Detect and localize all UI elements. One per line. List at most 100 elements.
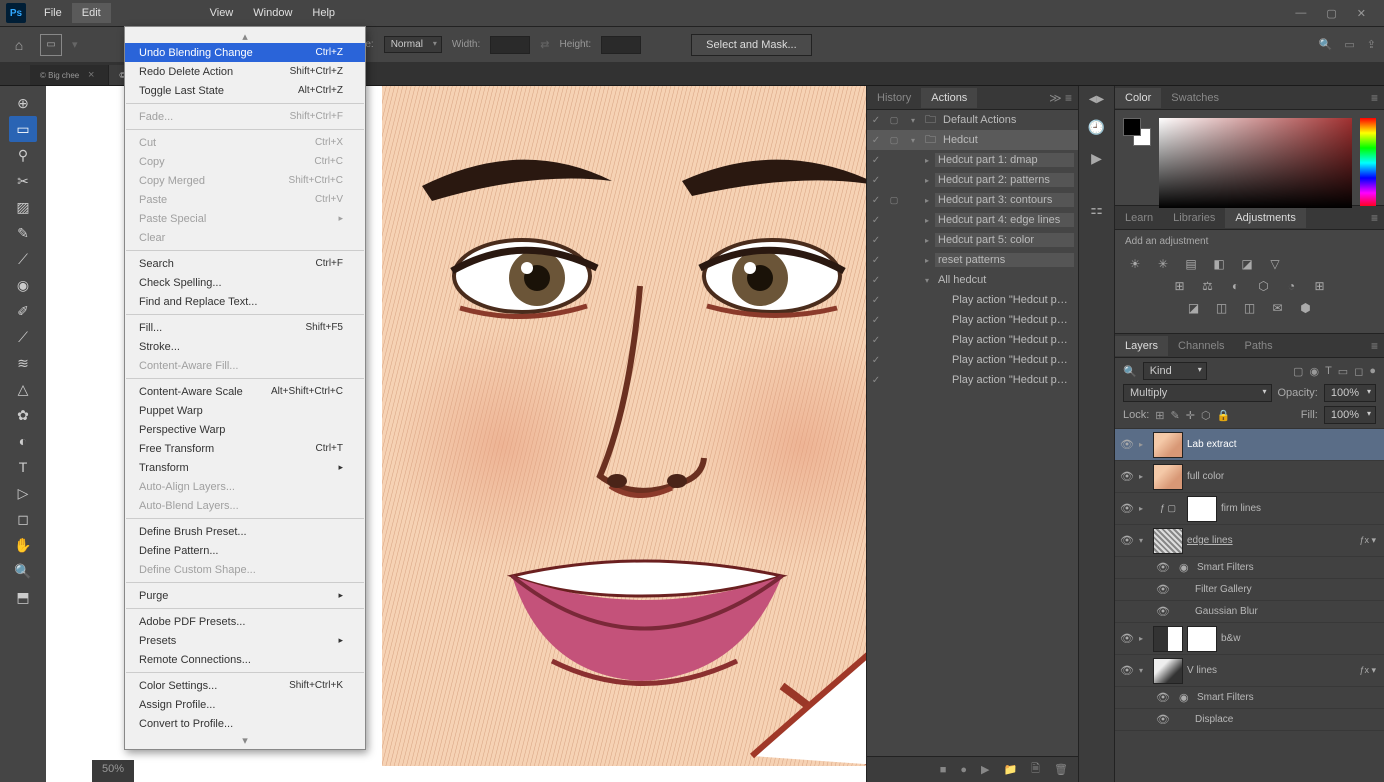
tool-icon[interactable]: △ bbox=[9, 376, 37, 402]
select-and-mask-button[interactable]: Select and Mask... bbox=[691, 34, 812, 56]
tool-icon[interactable]: 🔍 bbox=[9, 558, 37, 584]
edit-menu-item[interactable]: Content-Aware ScaleAlt+Shift+Ctrl+C bbox=[125, 382, 365, 401]
edit-menu-item[interactable]: Toggle Last StateAlt+Ctrl+Z bbox=[125, 81, 365, 100]
fg-bg-swatch[interactable] bbox=[1123, 118, 1151, 146]
actions-footer-icon[interactable]: 📁 bbox=[1003, 763, 1017, 776]
adjustment-icon[interactable]: ◪ bbox=[1184, 299, 1204, 317]
lock-icon[interactable]: ⊞ bbox=[1155, 409, 1164, 422]
menu-help[interactable]: Help bbox=[302, 3, 345, 23]
adjustment-icon[interactable]: ◪ bbox=[1237, 255, 1257, 273]
adjustment-icon[interactable]: ◔ bbox=[1282, 277, 1302, 295]
hue-slider[interactable] bbox=[1360, 118, 1376, 208]
tab-actions[interactable]: Actions bbox=[921, 88, 977, 108]
menu-view[interactable]: View bbox=[200, 3, 244, 23]
adjustment-icon[interactable]: ◧ bbox=[1209, 255, 1229, 273]
filter-icon[interactable]: ▢ bbox=[1293, 365, 1303, 378]
tool-icon[interactable]: ▨ bbox=[9, 194, 37, 220]
tab-channels[interactable]: Channels bbox=[1168, 336, 1234, 356]
close-icon[interactable]: ✕ bbox=[1357, 7, 1366, 20]
adjustment-icon[interactable]: ◐ bbox=[1226, 277, 1246, 295]
color-field[interactable] bbox=[1159, 118, 1352, 208]
panel-menu-icon[interactable]: ≡ bbox=[1365, 91, 1384, 105]
tool-icon[interactable]: ✎ bbox=[9, 220, 37, 246]
tool-icon[interactable]: T bbox=[9, 454, 37, 480]
actions-footer-icon[interactable]: ■ bbox=[940, 764, 947, 776]
visibility-icon[interactable]: 👁 bbox=[1119, 664, 1135, 677]
actions-footer-icon[interactable]: 🗑 bbox=[1054, 763, 1068, 776]
layer-row[interactable]: 👁▸full color bbox=[1115, 461, 1384, 493]
edit-menu-item[interactable]: Perspective Warp bbox=[125, 420, 365, 439]
maximize-icon[interactable]: ▢ bbox=[1326, 7, 1336, 20]
search-icon[interactable]: 🔍 bbox=[1319, 38, 1333, 51]
tab-history[interactable]: History bbox=[867, 88, 921, 108]
filter-icon[interactable]: ● bbox=[1369, 365, 1376, 378]
layer-row[interactable]: 👁▾V linesƒx ▾ bbox=[1115, 655, 1384, 687]
history-icon[interactable]: 🕘 bbox=[1088, 119, 1105, 136]
layer-row[interactable]: 👁▾edge linesƒx ▾ bbox=[1115, 525, 1384, 557]
tool-icon[interactable]: ◉ bbox=[9, 272, 37, 298]
edit-menu-item[interactable]: Find and Replace Text... bbox=[125, 292, 365, 311]
filter-icon[interactable]: ◉ bbox=[1309, 365, 1319, 378]
visibility-icon[interactable]: 👁 bbox=[1119, 534, 1135, 547]
actions-footer-icon[interactable]: ● bbox=[960, 764, 967, 776]
layer-row[interactable]: 👁Displace bbox=[1115, 709, 1384, 731]
edit-menu-item[interactable]: Redo Delete ActionShift+Ctrl+Z bbox=[125, 62, 365, 81]
action-row[interactable]: ✓▸Hedcut part 2: patterns bbox=[867, 170, 1078, 190]
action-row[interactable]: ✓▸Hedcut part 5: color bbox=[867, 230, 1078, 250]
edit-menu-item[interactable]: Check Spelling... bbox=[125, 273, 365, 292]
filter-icon[interactable]: T bbox=[1325, 365, 1332, 378]
tool-icon[interactable]: ⬒ bbox=[9, 584, 37, 610]
edit-menu-item[interactable]: Purge▸ bbox=[125, 586, 365, 605]
menu-window[interactable]: Window bbox=[243, 3, 302, 23]
tab-layers[interactable]: Layers bbox=[1115, 336, 1168, 356]
edit-menu-item[interactable]: SearchCtrl+F bbox=[125, 254, 365, 273]
lock-icon[interactable]: ✛ bbox=[1186, 409, 1195, 422]
tool-icon[interactable]: ✐ bbox=[9, 298, 37, 324]
edit-menu-item[interactable]: Transform▸ bbox=[125, 458, 365, 477]
blend-mode-dropdown[interactable]: Multiply bbox=[1123, 384, 1272, 402]
tab-paths[interactable]: Paths bbox=[1235, 336, 1283, 356]
lock-icon[interactable]: 🔒 bbox=[1217, 409, 1231, 422]
play-icon[interactable]: ▶ bbox=[1091, 150, 1102, 167]
menu-file[interactable]: File bbox=[34, 3, 72, 23]
tool-icon[interactable]: ◐ bbox=[9, 428, 37, 454]
panel-menu-icon[interactable]: ≡ bbox=[1365, 211, 1384, 225]
adjustment-icon[interactable]: ⊞ bbox=[1170, 277, 1190, 295]
layer-row[interactable]: 👁▸Lab extract bbox=[1115, 429, 1384, 461]
height-input[interactable] bbox=[601, 36, 641, 54]
properties-icon[interactable]: ⚏ bbox=[1090, 201, 1103, 218]
document-tab[interactable]: © Big chee × bbox=[30, 65, 109, 85]
adjustment-icon[interactable]: ◫ bbox=[1212, 299, 1232, 317]
action-row[interactable]: ✓Play action "Hedcut pa... bbox=[867, 310, 1078, 330]
edit-menu-item[interactable]: Convert to Profile... bbox=[125, 714, 365, 733]
minimize-icon[interactable]: — bbox=[1295, 7, 1306, 20]
tab-swatches[interactable]: Swatches bbox=[1161, 88, 1229, 108]
action-row[interactable]: ✓Play action "Hedcut pa... bbox=[867, 370, 1078, 390]
workspace-icon[interactable]: ▭ bbox=[1344, 38, 1354, 51]
zoom-value[interactable]: 50% bbox=[102, 763, 124, 775]
opacity-input[interactable]: 100% bbox=[1324, 384, 1376, 402]
adjustment-icon[interactable]: ▤ bbox=[1181, 255, 1201, 273]
adjustment-icon[interactable]: ◫ bbox=[1240, 299, 1260, 317]
visibility-icon[interactable]: 👁 bbox=[1155, 583, 1171, 596]
actions-footer-icon[interactable]: ▶ bbox=[981, 763, 989, 776]
visibility-icon[interactable]: 👁 bbox=[1119, 632, 1135, 645]
tool-icon[interactable]: ▭ bbox=[9, 116, 37, 142]
layer-row[interactable]: 👁Gaussian Blur bbox=[1115, 601, 1384, 623]
adjustment-icon[interactable]: ⬢ bbox=[1296, 299, 1316, 317]
tool-icon[interactable]: ✂ bbox=[9, 168, 37, 194]
adjustment-icon[interactable]: ⊞ bbox=[1310, 277, 1330, 295]
layer-row[interactable]: 👁▸ƒ ▢firm lines bbox=[1115, 493, 1384, 525]
actions-footer-icon[interactable]: 🗎 bbox=[1031, 760, 1040, 779]
action-row[interactable]: ✓Play action "Hedcut pa... bbox=[867, 330, 1078, 350]
tool-icon[interactable]: ⚲ bbox=[9, 142, 37, 168]
visibility-icon[interactable]: 👁 bbox=[1119, 470, 1135, 483]
action-row[interactable]: ✓Play action "Hedcut pa... bbox=[867, 290, 1078, 310]
tab-libraries[interactable]: Libraries bbox=[1163, 208, 1225, 228]
tool-icon[interactable]: ⊕ bbox=[9, 90, 37, 116]
edit-menu-item[interactable]: Remote Connections... bbox=[125, 650, 365, 669]
layer-row[interactable]: 👁◉Smart Filters bbox=[1115, 557, 1384, 579]
edit-menu-item[interactable]: Fill...Shift+F5 bbox=[125, 318, 365, 337]
filter-kind-dropdown[interactable]: Kind bbox=[1143, 362, 1207, 380]
edit-menu-item[interactable]: Undo Blending ChangeCtrl+Z bbox=[125, 43, 365, 62]
